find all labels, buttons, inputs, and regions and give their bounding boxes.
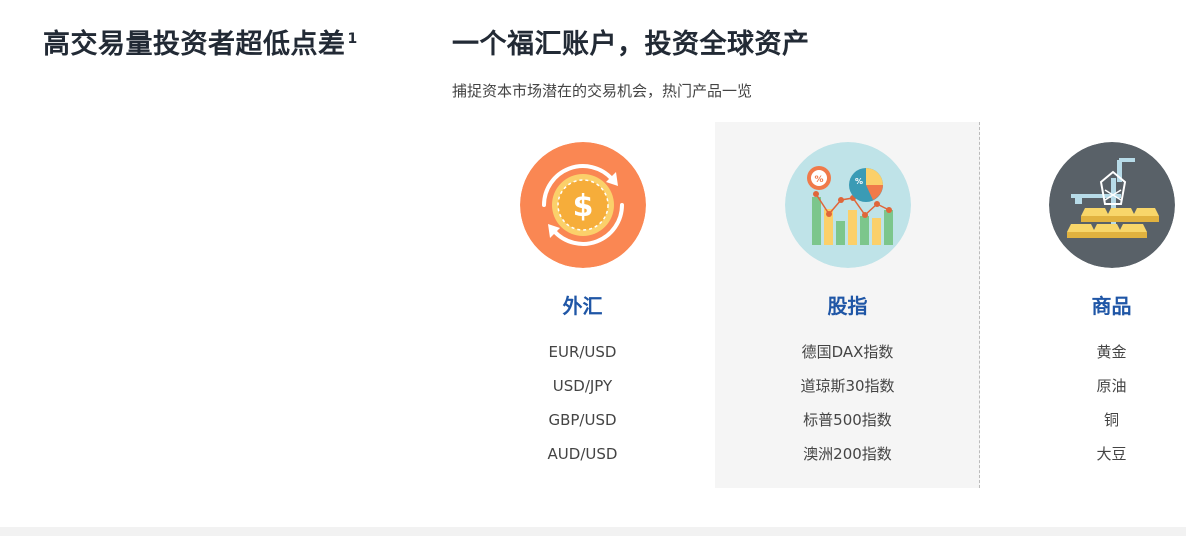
footer-band — [0, 527, 1186, 536]
forex-column: $ 外汇 EUR/USD USD/JPY GBP/USD AUD/USD — [450, 142, 715, 471]
commodities-item-soybean[interactable]: 大豆 — [1096, 437, 1126, 471]
page: 高交易量投资者超低点差 1 一个福汇账户，投资全球资产 捕捉资本市场潜在的交易机会… — [0, 0, 1186, 536]
indices-item-sp500[interactable]: 标普500指数 — [800, 403, 894, 437]
indices-item-asx200[interactable]: 澳洲200指数 — [800, 437, 894, 471]
indices-list: 德国DAX指数 道琼斯30指数 标普500指数 澳洲200指数 — [800, 335, 894, 471]
page-title: 一个福汇账户，投资全球资产 — [452, 29, 810, 60]
forex-title[interactable]: 外汇 — [563, 290, 603, 319]
svg-text:%: % — [814, 175, 823, 185]
indices-title[interactable]: 股指 — [828, 290, 868, 319]
indices-item-dax[interactable]: 德国DAX指数 — [800, 335, 894, 369]
forex-item-audusd[interactable]: AUD/USD — [548, 437, 618, 471]
forex-list: EUR/USD USD/JPY GBP/USD AUD/USD — [548, 335, 618, 471]
commodities-list: 黄金 原油 铜 大豆 — [1096, 335, 1126, 471]
stock-chart-icon[interactable]: % % — [784, 142, 911, 268]
commodities-column: 商品 黄金 原油 铜 大豆 — [979, 142, 1186, 471]
forex-item-eurusd[interactable]: EUR/USD — [548, 335, 618, 369]
commodities-item-gold[interactable]: 黄金 — [1096, 335, 1126, 369]
footnote-marker[interactable]: 1 — [348, 31, 358, 47]
commodities-item-copper[interactable]: 铜 — [1096, 403, 1126, 437]
forex-dollar-icon[interactable]: $ — [519, 142, 646, 268]
forex-item-usdjpy[interactable]: USD/JPY — [548, 369, 618, 403]
commodities-item-crude-oil[interactable]: 原油 — [1096, 369, 1126, 403]
low-spread-heading: 高交易量投资者超低点差 1 — [43, 22, 358, 61]
gold-bars-oil-icon[interactable] — [1048, 142, 1175, 268]
svg-text:$: $ — [572, 189, 593, 224]
page-subtitle: 捕捉资本市场潜在的交易机会，热门产品一览 — [452, 82, 753, 100]
commodities-title[interactable]: 商品 — [1092, 290, 1132, 319]
indices-item-dow[interactable]: 道琼斯30指数 — [800, 369, 894, 403]
svg-text:%: % — [854, 177, 862, 186]
forex-item-gbpusd[interactable]: GBP/USD — [548, 403, 618, 437]
low-spread-heading-text: 高交易量投资者超低点差 — [43, 29, 346, 60]
indices-column: % % 股指 德国DAX指数 道琼斯30指数 标普500指数 澳洲200指数 — [715, 142, 980, 471]
